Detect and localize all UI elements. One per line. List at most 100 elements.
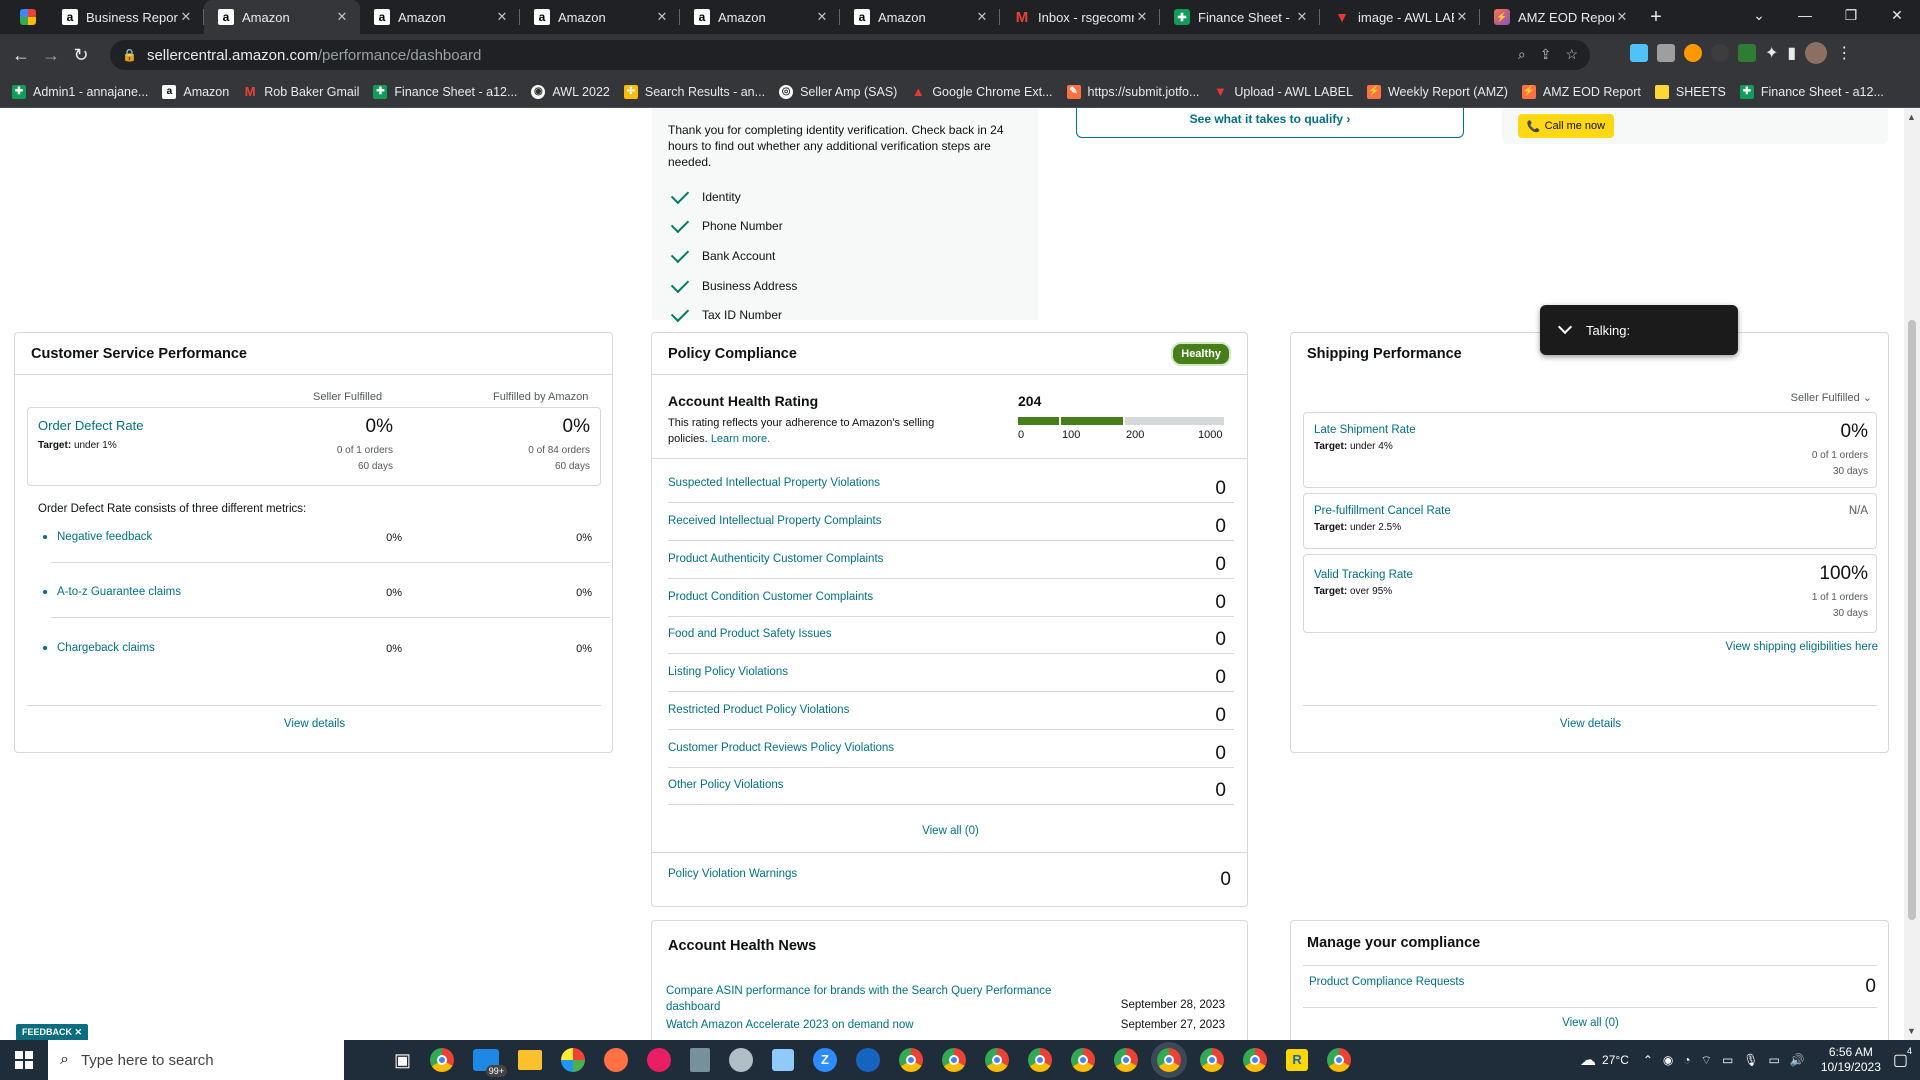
calculator-icon[interactable] <box>690 1048 711 1072</box>
bookmark-item[interactable]: ✚ Finance Sheet - a12... <box>373 84 517 99</box>
chrome-icon[interactable] <box>1243 1048 1268 1072</box>
bookmark-item[interactable]: a Amazon <box>162 84 229 99</box>
news-item-link[interactable]: Watch Amazon Accelerate 2023 on demand n… <box>666 1019 914 1031</box>
close-icon[interactable]: ✕ <box>1134 9 1150 25</box>
compliance-requests-link[interactable]: Product Compliance Requests <box>1309 976 1464 988</box>
extension-icon[interactable] <box>1684 44 1702 62</box>
puzzle-extensions-icon[interactable]: ✦ <box>1765 43 1778 63</box>
violation-link[interactable]: Listing Policy Violations <box>668 666 788 678</box>
mail-icon[interactable]: 99+ <box>473 1049 508 1077</box>
notification-icon[interactable]: ▢ 4 <box>1893 1046 1912 1070</box>
app-icon[interactable] <box>856 1048 881 1072</box>
app-icon[interactable] <box>647 1048 672 1072</box>
firefox-icon[interactable] <box>604 1048 629 1072</box>
chrome-icon[interactable] <box>1200 1048 1225 1072</box>
page-scrollbar[interactable]: ▲ ▼ <box>1904 108 1920 1040</box>
extension-icon[interactable] <box>1657 44 1675 62</box>
taskbar-search-input[interactable]: ⌕ Type here to search <box>48 1040 344 1080</box>
extension-icon[interactable] <box>1738 44 1756 62</box>
tab-amazon[interactable]: a Amazon ✕ <box>520 0 680 34</box>
bookmark-item[interactable]: ▼ Upload - AWL LABEL <box>1213 84 1353 99</box>
scroll-up-icon[interactable]: ▲ <box>1907 112 1916 122</box>
back-arrow-icon[interactable]: ← <box>6 45 36 66</box>
news-item-link[interactable]: Compare ASIN performance for brands with… <box>666 983 1066 1015</box>
chevron-down-icon[interactable] <box>1557 319 1573 335</box>
chevron-up-icon[interactable]: ⌃ <box>1643 1053 1653 1067</box>
bookmark-item[interactable]: ⚡ Weekly Report (AMZ) <box>1366 84 1508 99</box>
extension-icon[interactable] <box>1630 44 1648 62</box>
chrome-icon[interactable] <box>430 1048 455 1072</box>
tab-gmail-inbox[interactable]: M Inbox - rsgecomm ✕ <box>1000 0 1160 34</box>
shipping-eligibilities-link[interactable]: View shipping eligibilities here <box>1725 641 1878 653</box>
view-details-link[interactable]: View details <box>1291 718 1890 730</box>
bookmark-item[interactable]: ✎ https://submit.jotfo... <box>1066 84 1199 99</box>
scrollbar-thumb[interactable] <box>1908 320 1916 920</box>
feedback-button[interactable]: FEEDBACK ✕ <box>16 1024 89 1040</box>
a-to-z-claims-link[interactable]: A-to-z Guarantee claims <box>43 586 181 598</box>
violation-link[interactable]: Suspected Intellectual Property Violatio… <box>668 477 880 489</box>
close-icon[interactable]: ✕ <box>814 9 830 25</box>
chrome-icon[interactable] <box>1157 1048 1182 1072</box>
menu-kebab-icon[interactable]: ⋮ <box>1836 43 1852 63</box>
volume-icon[interactable]: 🔊 <box>1790 1053 1805 1067</box>
cancel-rate-link[interactable]: Pre-fulfillment Cancel Rate <box>1314 505 1451 517</box>
app-icon[interactable] <box>772 1049 795 1071</box>
file-explorer-icon[interactable] <box>518 1050 543 1070</box>
bookmark-item[interactable]: ✣ Search Results - an... <box>623 84 765 99</box>
reload-icon[interactable]: ↻ <box>66 45 96 66</box>
zoom-app-icon[interactable]: Z <box>813 1048 838 1072</box>
battery-icon[interactable]: ▭ <box>1769 1053 1780 1067</box>
tab-amazon[interactable]: a Amazon ✕ <box>680 0 840 34</box>
negative-feedback-link[interactable]: Negative feedback <box>43 531 152 543</box>
display-icon[interactable]: ▭ <box>1722 1053 1733 1067</box>
tab-awl-label[interactable]: ▼ image - AWL LAB ✕ <box>1320 0 1480 34</box>
network-icon[interactable]: ◔ <box>1683 1053 1690 1067</box>
tab-finance-sheet[interactable]: ✚ Finance Sheet - a ✕ <box>1160 0 1320 34</box>
address-bar[interactable]: 🔒 sellercentral.amazon.com/performance/d… <box>110 40 1590 70</box>
share-icon[interactable]: ⇪ <box>1540 46 1552 63</box>
talking-toast[interactable]: Talking: <box>1540 305 1738 355</box>
view-all-compliance-link[interactable]: View all (0) <box>1291 1017 1890 1029</box>
app-icon[interactable]: R <box>1286 1049 1309 1071</box>
close-icon[interactable]: ✕ <box>1294 9 1310 25</box>
close-icon[interactable]: ✕ <box>334 9 350 25</box>
bookmark-item[interactable]: ◎ Seller Amp (SAS) <box>779 84 897 99</box>
violation-link[interactable]: Product Condition Customer Complaints <box>668 591 873 603</box>
violation-link[interactable]: Other Policy Violations <box>668 779 783 791</box>
violation-link[interactable]: Product Authenticity Customer Complaints <box>668 553 883 565</box>
fulfillment-filter-dropdown[interactable]: Seller Fulfilled ⌄ <box>1791 391 1872 404</box>
close-icon[interactable]: ✕ <box>178 9 194 25</box>
chrome-icon[interactable] <box>942 1048 967 1072</box>
chrome-icon[interactable] <box>899 1048 924 1072</box>
restore-icon[interactable]: ❐ <box>1828 0 1874 34</box>
valid-tracking-link[interactable]: Valid Tracking Rate <box>1314 569 1413 581</box>
tab-amazon[interactable]: a Amazon ✕ <box>840 0 1000 34</box>
forward-arrow-icon[interactable]: → <box>36 45 66 66</box>
bookmark-item[interactable]: M Rob Baker Gmail <box>243 84 360 99</box>
bookmark-item[interactable]: ▲ Google Chrome Ext... <box>911 84 1053 99</box>
close-icon[interactable]: ✕ <box>1614 9 1630 25</box>
bookmark-item[interactable]: ✚ Finance Sheet - a12... <box>1739 84 1884 99</box>
bookmark-item[interactable]: ✚ Admin1 - annajane... <box>12 84 148 99</box>
tab-amz-eod-report[interactable]: ⚡ AMZ EOD Report ✕ <box>1480 0 1640 34</box>
view-details-link[interactable]: View details <box>15 718 614 730</box>
close-icon[interactable]: ✕ <box>1454 9 1470 25</box>
start-button[interactable] <box>0 1040 48 1080</box>
violation-link[interactable]: Received Intellectual Property Complaint… <box>668 515 882 527</box>
microphone-icon[interactable]: 🎙 <box>1743 1053 1758 1067</box>
chrome-icon[interactable] <box>1114 1048 1139 1072</box>
tab-search-icon[interactable] <box>16 0 40 34</box>
side-panel-icon[interactable]: ▮ <box>1787 43 1796 63</box>
chrome-icon[interactable] <box>1327 1048 1352 1072</box>
wifi-icon[interactable]: ⌔ <box>1701 1053 1712 1068</box>
minimize-icon[interactable]: — <box>1782 0 1828 34</box>
late-shipment-link[interactable]: Late Shipment Rate <box>1314 424 1416 436</box>
app-icon[interactable] <box>729 1048 754 1072</box>
extension-icon[interactable] <box>1711 44 1729 62</box>
close-icon[interactable]: ✕ <box>75 1027 83 1037</box>
close-window-icon[interactable]: ✕ <box>1874 0 1920 34</box>
tab-amazon-active[interactable]: a Amazon ✕ <box>204 0 360 34</box>
chrome-icon[interactable] <box>1028 1048 1053 1072</box>
order-defect-rate-link[interactable]: Order Defect Rate <box>38 418 144 433</box>
violation-link[interactable]: Customer Product Reviews Policy Violatio… <box>668 742 894 754</box>
